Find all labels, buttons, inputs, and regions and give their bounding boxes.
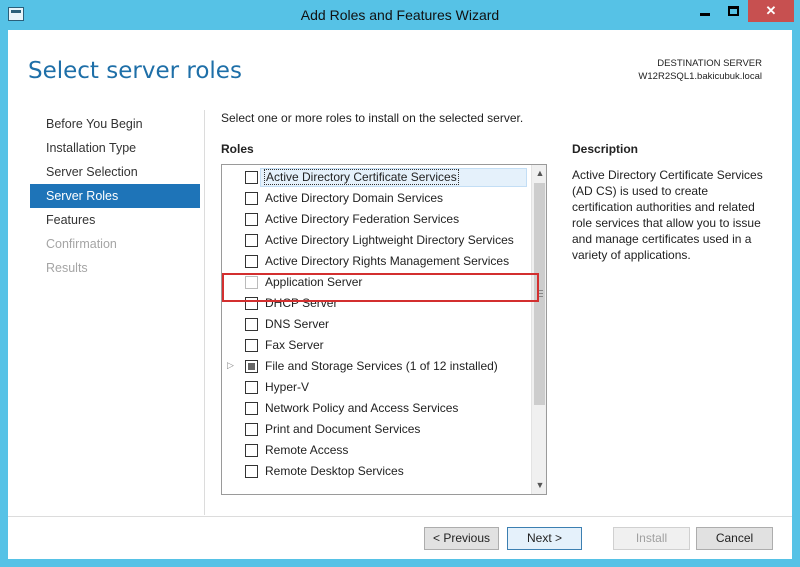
minimize-button[interactable] — [692, 0, 718, 22]
role-label: Remote Access — [265, 443, 349, 457]
role-row[interactable]: Active Directory Lightweight Directory S… — [222, 230, 527, 251]
role-row[interactable]: Fax Server — [222, 335, 527, 356]
role-checkbox[interactable] — [245, 213, 258, 226]
nav-item-results: Results — [46, 261, 88, 275]
destination-label: DESTINATION SERVER — [657, 58, 762, 69]
window-title: Add Roles and Features Wizard — [300, 7, 500, 23]
minimize-icon — [700, 13, 710, 16]
role-label: Active Directory Federation Services — [265, 212, 460, 226]
role-row[interactable]: DNS Server — [222, 314, 527, 335]
role-row[interactable]: Hyper-V — [222, 377, 527, 398]
expand-arrow-icon[interactable]: ▷ — [227, 360, 234, 371]
role-label: Active Directory Rights Management Servi… — [265, 254, 510, 268]
cancel-button[interactable]: Cancel — [696, 527, 773, 550]
role-checkbox[interactable] — [245, 402, 258, 415]
page-title: Select server roles — [28, 58, 242, 84]
role-row[interactable]: Active Directory Federation Services — [222, 209, 527, 230]
role-row[interactable]: Network Policy and Access Services — [222, 398, 527, 419]
title-bar[interactable]: Add Roles and Features Wizard ✕ — [0, 0, 800, 30]
nav-item-server-roles[interactable]: Server Roles — [30, 184, 200, 208]
role-checkbox[interactable] — [245, 192, 258, 205]
role-checkbox[interactable] — [245, 339, 258, 352]
role-label: Remote Desktop Services — [265, 464, 404, 478]
role-checkbox[interactable] — [245, 444, 258, 457]
destination-server-info: DESTINATION SERVER W12R2SQL1.bakicubuk.l… — [638, 57, 762, 83]
roles-list[interactable]: ▲ ▼ Active Directory Certificate Service… — [221, 164, 547, 495]
destination-server-name: W12R2SQL1.bakicubuk.local — [638, 71, 762, 82]
close-button[interactable]: ✕ — [748, 0, 794, 22]
nav-item-server-selection[interactable]: Server Selection — [30, 160, 200, 184]
role-checkbox[interactable] — [245, 423, 258, 436]
role-checkbox[interactable] — [245, 465, 258, 478]
role-checkbox[interactable] — [245, 318, 258, 331]
role-row[interactable]: Active Directory Domain Services — [222, 188, 527, 209]
role-checkbox[interactable] — [245, 360, 258, 373]
role-label: Active Directory Domain Services — [265, 191, 444, 205]
nav-item-before-you-begin[interactable]: Before You Begin — [30, 112, 200, 136]
nav-item-features[interactable]: Features — [30, 208, 200, 232]
role-label: Network Policy and Access Services — [265, 401, 459, 415]
wizard-window: Add Roles and Features Wizard ✕ Select s… — [0, 0, 800, 567]
role-row[interactable]: Active Directory Certificate Services — [222, 167, 527, 188]
role-row[interactable]: Active Directory Rights Management Servi… — [222, 251, 527, 272]
role-label: DNS Server — [265, 317, 330, 331]
scroll-down-icon[interactable]: ▼ — [532, 477, 546, 494]
close-icon: ✕ — [765, 3, 777, 18]
role-label: Active Directory Lightweight Directory S… — [265, 233, 514, 247]
description-text: Active Directory Certificate Services (A… — [572, 168, 763, 262]
role-row[interactable]: Remote Access — [222, 440, 527, 461]
wizard-nav: Before You Begin Installation Type Server … — [30, 112, 200, 280]
role-label: Print and Document Services — [265, 422, 421, 436]
role-checkbox[interactable] — [245, 381, 258, 394]
roles-heading: Roles — [221, 142, 254, 156]
install-button[interactable]: Install — [613, 527, 690, 550]
role-label: Fax Server — [265, 338, 324, 352]
scroll-up-icon[interactable]: ▲ — [532, 165, 546, 182]
role-row[interactable]: Remote Desktop Services — [222, 461, 527, 482]
role-checkbox[interactable] — [245, 255, 258, 268]
role-checkbox[interactable] — [245, 171, 258, 184]
roles-scrollbar[interactable]: ▲ ▼ — [531, 165, 546, 494]
nav-item-confirmation: Confirmation — [46, 237, 117, 251]
description-heading: Description — [572, 142, 639, 156]
role-label: File and Storage Services (1 of 12 insta… — [265, 359, 498, 373]
nav-divider — [204, 110, 205, 515]
wizard-content: Select server roles DESTINATION SERVER W… — [8, 30, 792, 559]
role-label: Hyper-V — [265, 380, 310, 394]
role-row[interactable]: Print and Document Services — [222, 419, 527, 440]
next-button[interactable]: Next > — [507, 527, 582, 550]
application-server-highlight — [222, 273, 539, 302]
maximize-icon — [728, 6, 739, 16]
nav-item-installation-type[interactable]: Installation Type — [30, 136, 200, 160]
maximize-button[interactable] — [720, 0, 746, 22]
instruction-text: Select one or more roles to install on t… — [221, 111, 524, 125]
role-row[interactable]: ▷ File and Storage Services (1 of 12 inst… — [222, 356, 527, 377]
role-label: Active Directory Certificate Services — [264, 169, 459, 185]
role-checkbox[interactable] — [245, 234, 258, 247]
previous-button[interactable]: < Previous — [424, 527, 499, 550]
footer-divider — [8, 516, 792, 517]
